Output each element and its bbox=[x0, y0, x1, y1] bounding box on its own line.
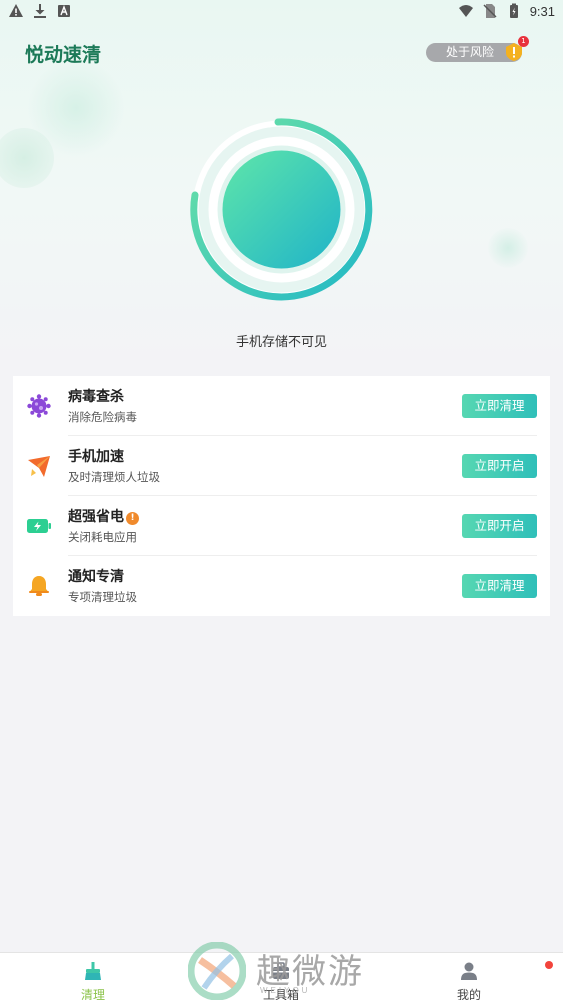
broom-icon bbox=[85, 962, 101, 980]
list-item-subtitle: 消除危险病毒 bbox=[68, 410, 137, 424]
warning-icon bbox=[9, 4, 23, 17]
notification-dot bbox=[545, 961, 553, 969]
tab-label: 我的 bbox=[456, 988, 481, 1000]
battery-status-icon bbox=[509, 3, 518, 18]
list-item-title: 手机加速 bbox=[68, 449, 124, 465]
status-bar: 9:31 bbox=[0, 0, 563, 24]
list-item-notification-clean[interactable]: 通知专清 专项清理垃圾 立即清理 bbox=[13, 556, 550, 616]
app-title: 悦动速清 bbox=[25, 44, 102, 66]
list-item-title-text: 超强省电 bbox=[68, 509, 124, 525]
download-icon bbox=[34, 4, 46, 18]
watermark-subtext: WEIYOU bbox=[260, 986, 311, 995]
list-item-virus-scan[interactable]: 病毒查杀 消除危险病毒 立即清理 bbox=[13, 376, 550, 436]
tab-mine[interactable]: 我的 bbox=[409, 953, 529, 1000]
person-icon bbox=[461, 962, 477, 980]
bell-icon bbox=[29, 576, 49, 596]
alert-badge: ! bbox=[126, 512, 139, 525]
storage-gauge[interactable] bbox=[188, 116, 375, 303]
virus-clean-button[interactable]: 立即清理 bbox=[462, 394, 537, 418]
list-item-title: 超强省电! bbox=[68, 506, 139, 526]
risk-count-badge: 1 bbox=[518, 36, 529, 47]
list-item-title: 病毒查杀 bbox=[68, 389, 124, 405]
decor-bubble bbox=[488, 228, 528, 268]
power-save-start-button[interactable]: 立即开启 bbox=[462, 514, 537, 538]
list-item-phone-boost[interactable]: 手机加速 及时清理烦人垃圾 立即开启 bbox=[13, 436, 550, 496]
list-item-subtitle: 及时清理烦人垃圾 bbox=[68, 470, 160, 484]
storage-caption: 手机存储不可见 bbox=[235, 335, 327, 350]
font-icon bbox=[58, 5, 70, 17]
feature-list: 病毒查杀 消除危险病毒 立即清理 手机加速 及时清理烦人垃圾 立即开启 超强省电… bbox=[13, 376, 550, 616]
boost-start-button[interactable]: 立即开启 bbox=[462, 454, 537, 478]
tab-clean[interactable]: 清理 bbox=[33, 953, 153, 1000]
risk-status-label: 处于风险 bbox=[446, 45, 495, 59]
list-item-title: 通知专清 bbox=[68, 569, 124, 585]
watermark-logo bbox=[188, 942, 246, 1000]
notification-clean-button[interactable]: 立即清理 bbox=[462, 574, 537, 598]
tab-label: 清理 bbox=[80, 988, 105, 1000]
storage-orb bbox=[222, 150, 341, 269]
rocket-icon bbox=[28, 456, 50, 477]
wifi-icon bbox=[458, 5, 473, 17]
list-item-subtitle: 关闭耗电应用 bbox=[68, 530, 137, 544]
virus-icon bbox=[27, 394, 51, 418]
list-item-power-saving[interactable]: 超强省电! 关闭耗电应用 立即开启 bbox=[13, 496, 550, 556]
no-sim-icon bbox=[483, 4, 497, 18]
list-item-subtitle: 专项清理垃圾 bbox=[68, 590, 137, 604]
status-time: 9:31 bbox=[529, 3, 555, 19]
battery-icon bbox=[27, 519, 51, 533]
watermark: 趣微游 WEIYOU bbox=[188, 942, 378, 1000]
